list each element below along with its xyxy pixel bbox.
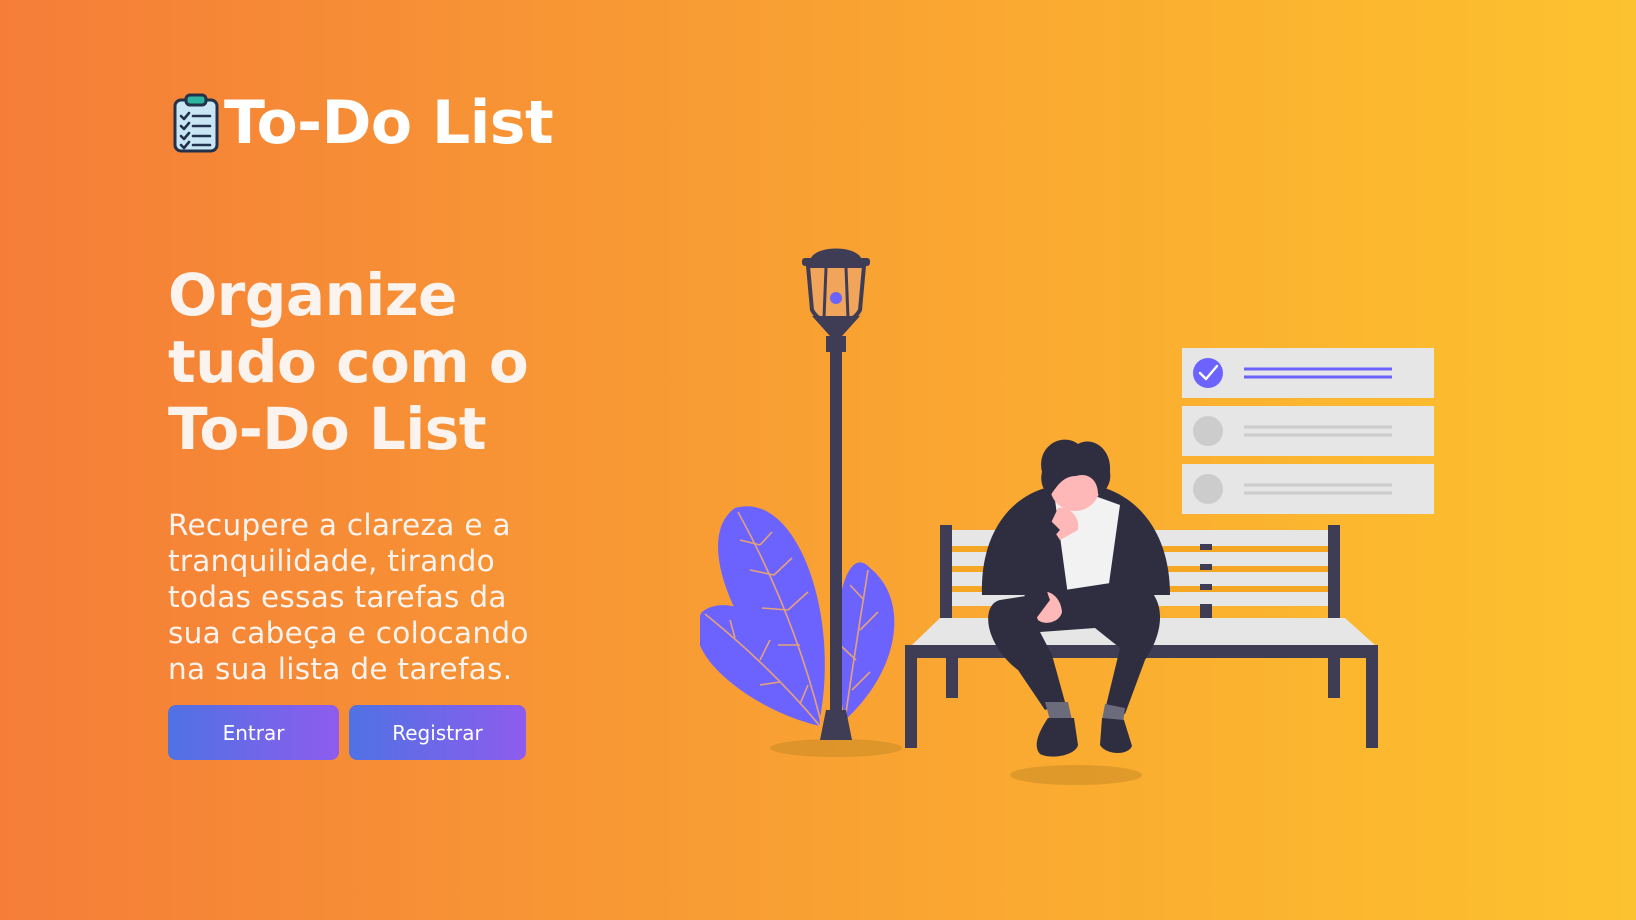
person-shadow [1010, 765, 1142, 785]
task-unchecked-icon [1193, 474, 1223, 504]
plant-leaves [700, 506, 895, 727]
hero-subtitle: Recupere a clareza e a tranquilidade, ti… [168, 508, 529, 686]
login-button[interactable]: Entrar [168, 705, 339, 760]
lamp-shadow [770, 739, 902, 757]
clipboard-checklist-icon [173, 93, 219, 153]
hero-headline: Organize tudo com o To-Do List [168, 261, 529, 463]
hero-actions: Entrar Registrar [168, 705, 588, 760]
hero-section: Organize tudo com o To-Do List Recupere … [168, 262, 588, 760]
app-logo: To-Do List [172, 88, 554, 158]
register-button[interactable]: Registrar [349, 705, 526, 760]
person-on-bench-illustration [700, 248, 1434, 785]
task-unchecked-icon [1193, 416, 1223, 446]
task-list-illustration [1182, 348, 1434, 514]
app-title: To-Do List [224, 88, 554, 158]
task-check-icon [1193, 358, 1223, 388]
